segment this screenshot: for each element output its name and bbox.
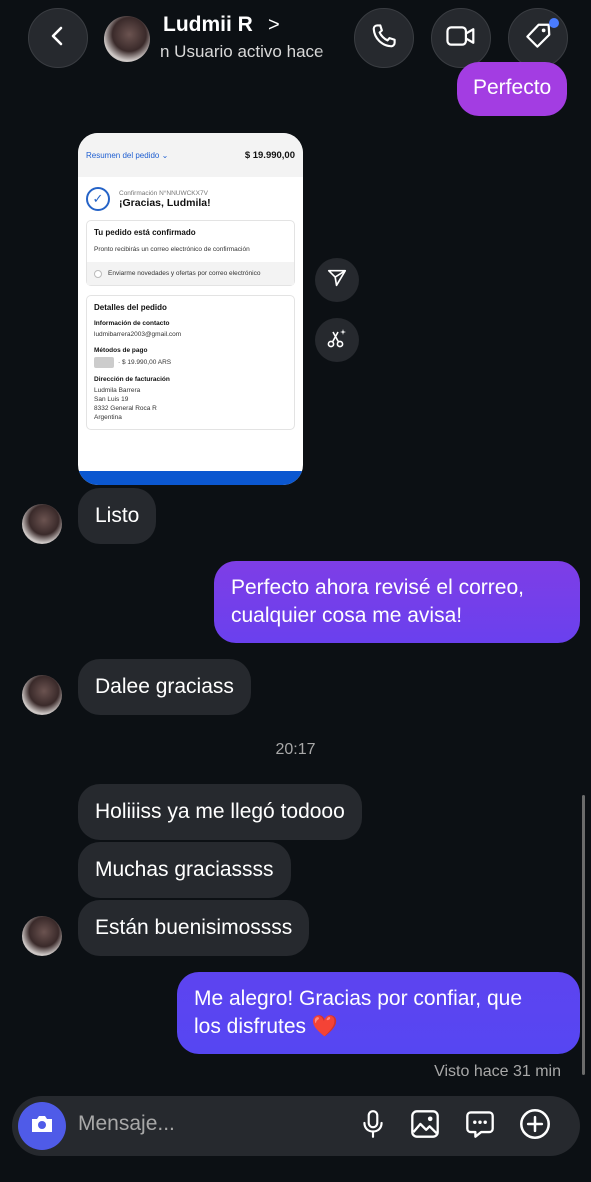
activity-status: n Usuario activo hace: [160, 42, 324, 61]
confirmed-text: Pronto recibirás un correo electrónico d…: [94, 246, 250, 253]
video-call-button[interactable]: [431, 8, 491, 68]
message-sent[interactable]: Perfecto ahora revisé el correo, cualqui…: [214, 561, 580, 643]
contact-label: Información de contacto: [94, 320, 170, 327]
billing-country: Argentina: [94, 414, 122, 421]
billing-label: Dirección de facturación: [94, 376, 170, 383]
billing-name: Ludmila Barrera: [94, 387, 141, 394]
card-icon: [94, 357, 114, 368]
message-text: Holiiiss ya me llegó todooo: [95, 800, 345, 823]
tag-button[interactable]: [508, 8, 568, 68]
radio-icon: [94, 269, 102, 278]
phone-icon: [369, 21, 399, 56]
message-received[interactable]: Listo: [78, 488, 157, 544]
payment-row: · $ 19.990,00 ARS: [94, 357, 287, 368]
message-text: Están buenisimossss: [95, 916, 293, 939]
message-received[interactable]: Dalee graciass: [78, 659, 251, 715]
sender-avatar[interactable]: [22, 916, 62, 956]
call-button[interactable]: [354, 8, 414, 68]
shared-receipt-image[interactable]: Resumen del pedido ⌄ $ 19.990,00 ✓ Confi…: [78, 133, 303, 485]
order-details-card: Detalles del pedido Información de conta…: [86, 295, 295, 430]
contact-avatar[interactable]: [104, 16, 150, 62]
receipt-header: Resumen del pedido ⌄ $ 19.990,00: [78, 133, 303, 177]
camera-button[interactable]: [18, 1102, 66, 1150]
order-summary-link: Resumen del pedido ⌄: [86, 150, 169, 160]
camera-icon: [29, 1113, 55, 1140]
confirmed-heading: Tu pedido está confirmado: [94, 228, 196, 237]
billing-city: 8332 General Roca R: [94, 405, 157, 412]
contact-name[interactable]: Ludmii R: [163, 13, 253, 37]
gallery-button[interactable]: [408, 1109, 442, 1143]
confirmation-number: Confirmación N°NNUWCKX7V: [119, 189, 208, 197]
message-input[interactable]: Mensaje...: [78, 1112, 175, 1136]
seen-status: Visto hace 31 min: [434, 1063, 561, 1080]
time-separator: 20:17: [275, 741, 316, 758]
cut-button[interactable]: [315, 318, 359, 362]
newsletter-option: Enviarme novedades y ofertas por correo …: [87, 262, 294, 285]
sticker-button[interactable]: [463, 1109, 497, 1143]
message-text: Muchas graciassss: [95, 858, 274, 881]
message-text-line: los disfrutes ❤️: [194, 1015, 339, 1038]
order-total: $ 19.990,00: [244, 149, 295, 161]
payment-label: Métodos de pago: [94, 347, 148, 354]
details-heading: Detalles del pedido: [94, 303, 167, 312]
thanks-title: ¡Gracias, Ludmila!: [119, 196, 211, 209]
message-sent[interactable]: Me alegro! Gracias por confiar, que los …: [177, 972, 580, 1054]
image-icon: [410, 1109, 440, 1144]
message-text-line: cualquier cosa me avisa!: [231, 604, 463, 627]
sender-avatar[interactable]: [22, 504, 62, 544]
microphone-icon: [360, 1109, 386, 1144]
sender-avatar[interactable]: [22, 675, 62, 715]
message-text: Dalee graciass: [95, 675, 234, 698]
scrollbar[interactable]: [582, 795, 585, 1075]
message-text: Listo: [95, 504, 140, 527]
send-paper-plane-icon: [326, 267, 348, 294]
receipt-blue-bar: [78, 471, 303, 485]
check-icon: ✓: [86, 187, 110, 211]
video-camera-icon: [445, 22, 477, 55]
message-received[interactable]: Holiiiss ya me llegó todooo: [78, 784, 362, 840]
message-text-line: Me alegro! Gracias por confiar, que: [194, 987, 523, 1010]
confirmation-block: ✓ Confirmación N°NNUWCKX7V ¡Gracias, Lud…: [78, 177, 303, 211]
back-button[interactable]: [28, 8, 88, 68]
contact-email: ludmibarrera2003@gmail.com: [94, 331, 182, 338]
chat-bubble-icon: [465, 1109, 495, 1144]
message-text: Perfecto: [473, 76, 552, 99]
chevron-left-icon: [46, 24, 70, 53]
notification-dot: [549, 18, 559, 28]
message-text-line: Perfecto ahora revisé el correo,: [231, 576, 524, 599]
message-composer: Mensaje...: [12, 1096, 580, 1156]
add-button[interactable]: [518, 1108, 552, 1145]
billing-street: San Luis 19: [94, 396, 129, 403]
message-received[interactable]: Están buenisimossss: [78, 900, 310, 956]
forward-button[interactable]: [315, 258, 359, 302]
microphone-button[interactable]: [356, 1109, 390, 1143]
message-received[interactable]: Muchas graciassss: [78, 842, 291, 898]
message-sent[interactable]: Perfecto: [457, 62, 568, 116]
tag-icon: [523, 21, 553, 56]
confirmed-card: Tu pedido está confirmado Pronto recibir…: [86, 220, 295, 286]
profile-chevron[interactable]: >: [268, 14, 280, 37]
scissors-sparkle-icon: [325, 326, 349, 355]
plus-circle-icon: [519, 1108, 551, 1145]
